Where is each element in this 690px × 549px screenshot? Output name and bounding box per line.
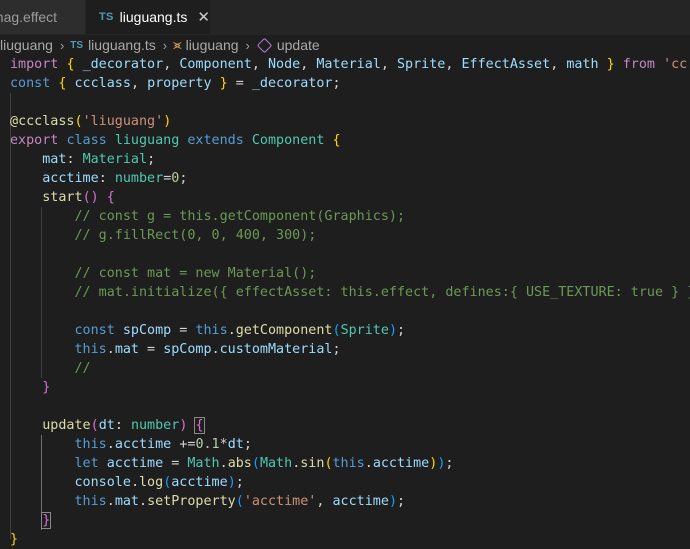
breadcrumb-folder[interactable]: liuguang xyxy=(0,37,53,53)
code-line-21: this.acctime +=0.1*dt; xyxy=(74,437,252,452)
typescript-file-icon: TS xyxy=(99,11,114,23)
matched-bracket-close: } xyxy=(41,512,52,529)
code-line-20: update(dt: number) { xyxy=(42,417,205,434)
code-line-9: // const g = this.getComponent(Graphics)… xyxy=(74,209,406,224)
tab-label: liuguang.ts xyxy=(119,9,188,25)
code-line-23: console.log(acctime); xyxy=(74,475,244,490)
breadcrumb: liuguang › TS liuguang.ts › ⪤ liuguang ›… xyxy=(0,35,690,55)
tab-liuguang-ts[interactable]: TS liuguang.ts ✕ xyxy=(86,0,210,34)
tab-label: unag.effect xyxy=(0,9,58,25)
typescript-file-icon: TS xyxy=(70,39,84,51)
close-icon[interactable]: ✕ xyxy=(197,8,210,26)
matched-bracket-open: { xyxy=(194,417,205,434)
code-line-2: const { ccclass, property } = _decorator… xyxy=(10,76,341,91)
chevron-right-icon: › xyxy=(59,37,65,53)
code-line-15: const spComp = this.getComponent(Sprite)… xyxy=(74,323,406,338)
code-line-8: start() { xyxy=(42,190,115,205)
code-line-25: } xyxy=(10,511,52,530)
breadcrumb-method[interactable]: update xyxy=(277,37,320,53)
chevron-right-icon: › xyxy=(162,37,168,53)
code-line-7: acctime: number=0; xyxy=(42,171,188,186)
breadcrumb-class[interactable]: liuguang xyxy=(186,37,239,53)
tab-bar-empty-space xyxy=(210,0,690,34)
code-line-17: // xyxy=(74,361,91,376)
editor-tab-bar: unag.effect TS liuguang.ts ✕ xyxy=(0,0,690,35)
tab-effect-file[interactable]: unag.effect xyxy=(0,0,86,34)
code-line-4: @ccclass('liuguang') xyxy=(10,114,172,129)
code-line-24: this.mat.setProperty('acctime', acctime)… xyxy=(74,494,406,509)
code-line-12: // const mat = new Material(); xyxy=(74,266,317,281)
code-line-26: } xyxy=(10,532,19,547)
method-symbol-icon xyxy=(256,37,273,53)
code-line-13: // mat.initialize({ effectAsset: this.ef… xyxy=(74,285,690,300)
code-line-1: import { _decorator, Component, Node, Ma… xyxy=(10,57,690,72)
class-symbol-icon: ⪤ xyxy=(173,37,182,52)
code-line-22: let acctime = Math.abs(Math.sin(this.acc… xyxy=(74,456,454,471)
code-line-10: // g.fillRect(0, 0, 400, 300); xyxy=(74,228,317,243)
chevron-right-icon: › xyxy=(245,37,250,53)
code-line-18: } xyxy=(42,380,51,395)
code-line-16: this.mat = spComp.customMaterial; xyxy=(74,342,341,357)
code-line-5: export class liuguang extends Component … xyxy=(10,133,341,148)
code-editor[interactable]: import { _decorator, Component, Node, Ma… xyxy=(0,55,690,547)
breadcrumb-file[interactable]: liuguang.ts xyxy=(88,37,156,53)
code-line-6: mat: Material; xyxy=(42,152,156,167)
